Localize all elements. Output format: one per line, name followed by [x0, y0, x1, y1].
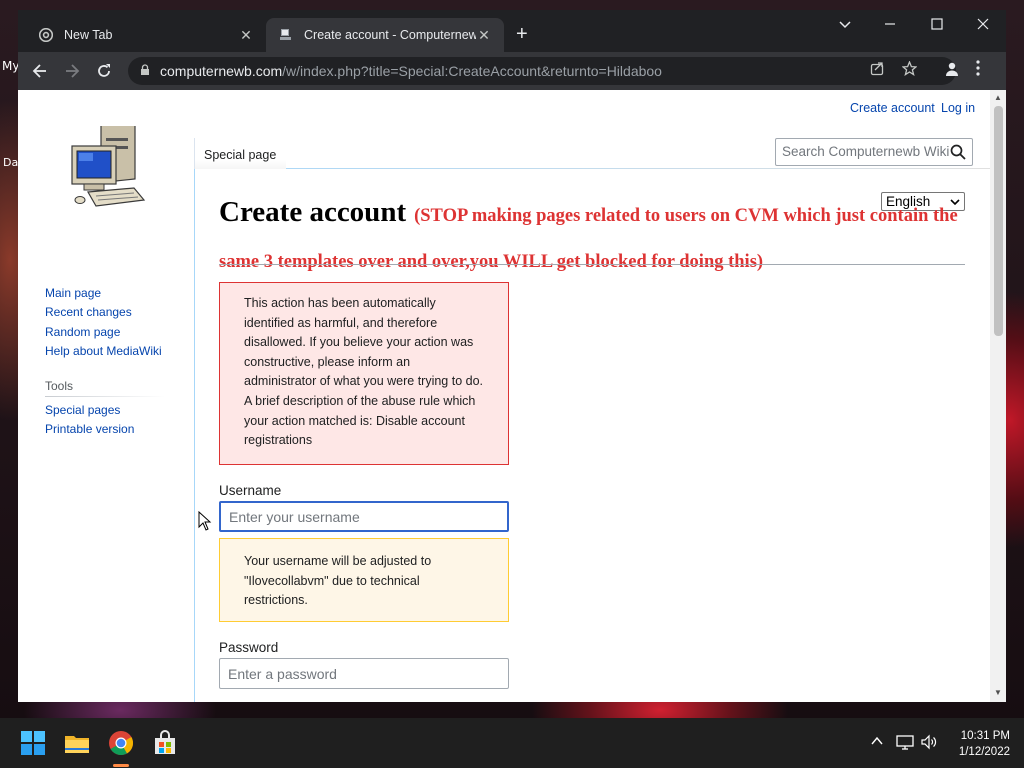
username-label: Username: [219, 483, 282, 498]
store-icon[interactable]: [152, 730, 178, 756]
sidebar-item-printable-version[interactable]: Printable version: [45, 422, 134, 436]
forward-arrow-icon[interactable]: [59, 59, 85, 83]
sidebar-item-main-page[interactable]: Main page: [45, 286, 101, 300]
search-icon[interactable]: [950, 144, 966, 160]
tab-title: New Tab: [64, 28, 113, 42]
sidebar-item-special-pages[interactable]: Special pages: [45, 403, 120, 417]
clock-date: 1/12/2022: [958, 746, 1010, 758]
sidebar-tools-heading[interactable]: Tools: [45, 379, 73, 393]
windows-start-icon[interactable]: [20, 730, 46, 756]
sidebar-item-random-page[interactable]: Random page: [45, 325, 120, 339]
heading-divider: [219, 264, 965, 265]
file-explorer-icon[interactable]: [64, 730, 90, 756]
tab-special-page[interactable]: Special page: [194, 138, 286, 169]
create-account-link[interactable]: Create account: [850, 101, 935, 115]
volume-icon[interactable]: [920, 734, 938, 753]
browser-window: New Tab ✕ Create account - Computernewb …: [18, 10, 1006, 702]
scroll-up-arrow-icon[interactable]: ▲: [994, 93, 1002, 102]
back-arrow-icon[interactable]: [27, 59, 53, 83]
page-scrollbar[interactable]: ▲ ▼: [990, 90, 1006, 702]
tab-strip: New Tab ✕ Create account - Computernewb …: [18, 10, 1006, 52]
address-bar[interactable]: computernewb.com/w/index.php?title=Speci…: [128, 57, 956, 85]
site-logo[interactable]: [68, 120, 148, 216]
minimize-icon[interactable]: [875, 14, 905, 39]
page-title: Create account (STOP making pages relate…: [219, 190, 971, 282]
taskbar: 10:31 PM 1/12/2022: [0, 718, 1024, 768]
url-text: computernewb.com/w/index.php?title=Speci…: [160, 63, 662, 79]
mouse-pointer-icon: [198, 510, 212, 531]
clock-time: 10:31 PM: [960, 730, 1010, 742]
sidebar-divider: [45, 396, 165, 397]
network-icon[interactable]: [896, 734, 914, 753]
search-placeholder: Search Computernewb Wiki: [782, 144, 950, 159]
url-host: computernewb.com: [160, 63, 283, 79]
desktop-icon-label[interactable]: Da: [3, 156, 18, 169]
desktop-icon-label[interactable]: My: [2, 59, 19, 73]
url-path: /w/index.php?title=Special:CreateAccount…: [282, 63, 662, 79]
lock-icon[interactable]: [140, 63, 150, 79]
chrome-icon: [38, 27, 54, 43]
chevron-up-icon[interactable]: [870, 734, 884, 751]
maximize-icon[interactable]: [922, 14, 952, 39]
web-page: Create account Log in Main page Recent c…: [18, 90, 1006, 702]
password-label: Password: [219, 640, 279, 655]
tab-title: Create account - Computernewb: [304, 28, 476, 42]
reload-icon[interactable]: [91, 59, 117, 83]
username-input[interactable]: [219, 501, 509, 532]
scroll-down-arrow-icon[interactable]: ▼: [994, 688, 1002, 697]
bookmark-star-icon[interactable]: [901, 60, 918, 80]
system-clock[interactable]: 10:31 PM 1/12/2022: [940, 728, 1010, 760]
wiki-favicon-icon: [278, 27, 294, 43]
close-window-icon[interactable]: [968, 14, 998, 39]
share-icon[interactable]: [870, 61, 885, 80]
tab-close-icon[interactable]: ✕: [476, 27, 492, 44]
tab-close-icon[interactable]: ✕: [238, 27, 254, 44]
scroll-thumb[interactable]: [994, 106, 1003, 336]
content-border: [194, 168, 195, 702]
new-tab-button[interactable]: +: [516, 24, 528, 44]
active-app-indicator: [113, 764, 129, 767]
sidebar-item-recent-changes[interactable]: Recent changes: [45, 305, 132, 319]
username-warning-box: Your username will be adjusted to "Ilove…: [219, 538, 509, 622]
tab-search-chevron-icon[interactable]: [830, 16, 860, 34]
kebab-menu-icon[interactable]: [976, 60, 980, 81]
tab-bar-divider: [194, 168, 990, 169]
tab-create-account[interactable]: Create account - Computernewb ✕: [266, 18, 504, 52]
chrome-taskbar-icon[interactable]: [108, 730, 134, 756]
search-input[interactable]: Search Computernewb Wiki: [775, 138, 973, 166]
tab-new-tab[interactable]: New Tab ✕: [26, 18, 266, 52]
log-in-link[interactable]: Log in: [941, 101, 975, 115]
profile-avatar-icon[interactable]: [944, 61, 960, 77]
sidebar-item-help[interactable]: Help about MediaWiki: [45, 344, 162, 358]
page-title-main: Create account: [219, 196, 407, 228]
password-input[interactable]: [219, 658, 509, 689]
browser-toolbar: computernewb.com/w/index.php?title=Speci…: [18, 52, 1006, 90]
error-message-box: This action has been automatically ident…: [219, 282, 509, 465]
